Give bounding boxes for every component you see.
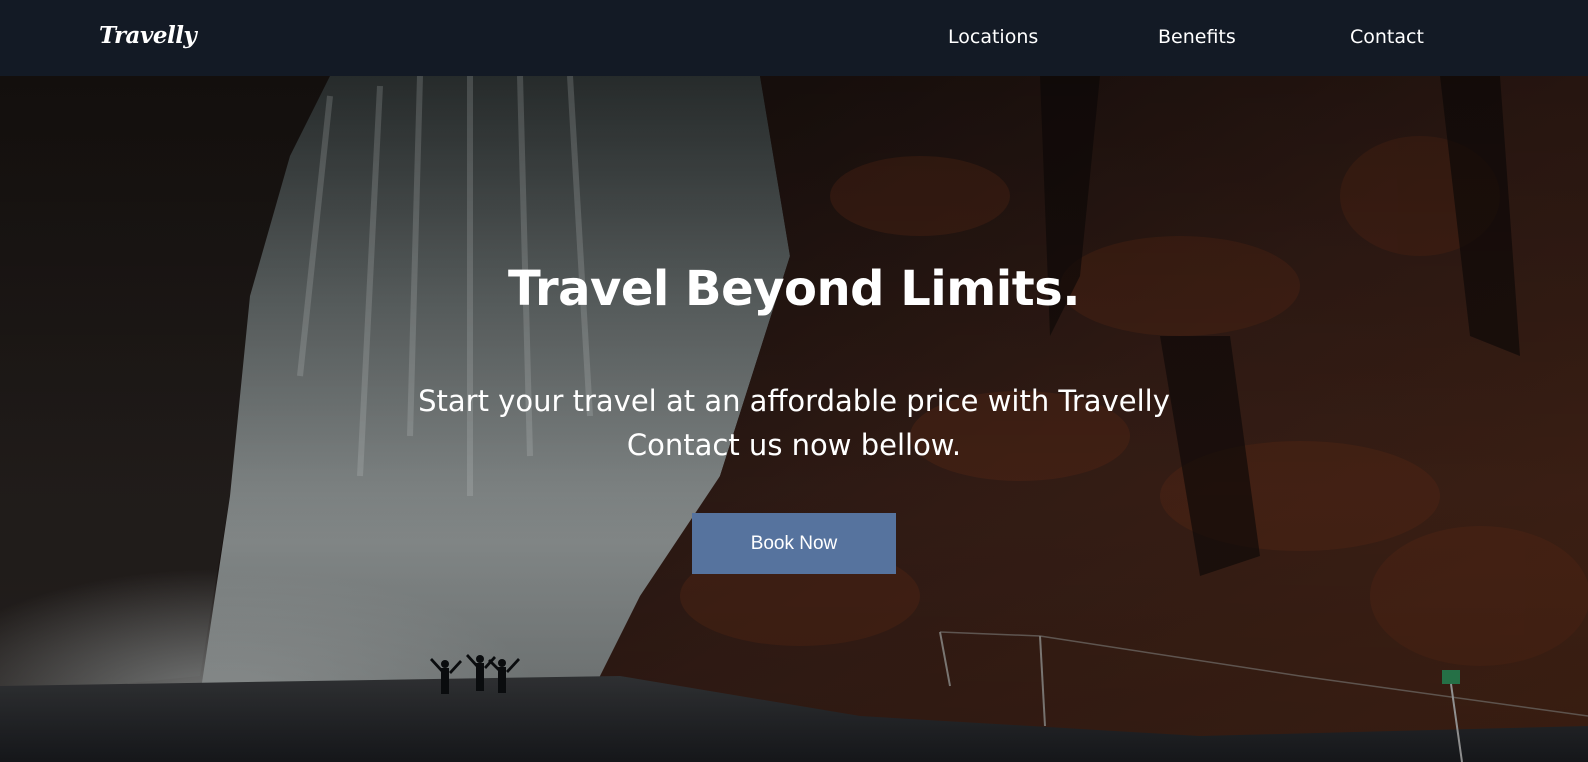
hero-section: Travel Beyond Limits. Start your travel … — [0, 76, 1588, 762]
nav-link-benefits[interactable]: Benefits — [1158, 26, 1236, 48]
hero-subtitle-line-2: Contact us now bellow. — [626, 428, 962, 462]
brand-logo[interactable]: Travelly — [99, 22, 197, 49]
book-now-button[interactable]: Book Now — [692, 513, 896, 574]
hero-title: Travel Beyond Limits. — [508, 261, 1080, 317]
nav-link-locations[interactable]: Locations — [948, 26, 1038, 48]
hero-subtitle: Start your travel at an affordable price… — [0, 379, 1588, 467]
hero-subtitle-line-1: Start your travel at an affordable price… — [418, 384, 1170, 418]
top-navbar: Travelly Locations Benefits Contact — [0, 0, 1588, 76]
nav-link-contact[interactable]: Contact — [1350, 26, 1424, 48]
